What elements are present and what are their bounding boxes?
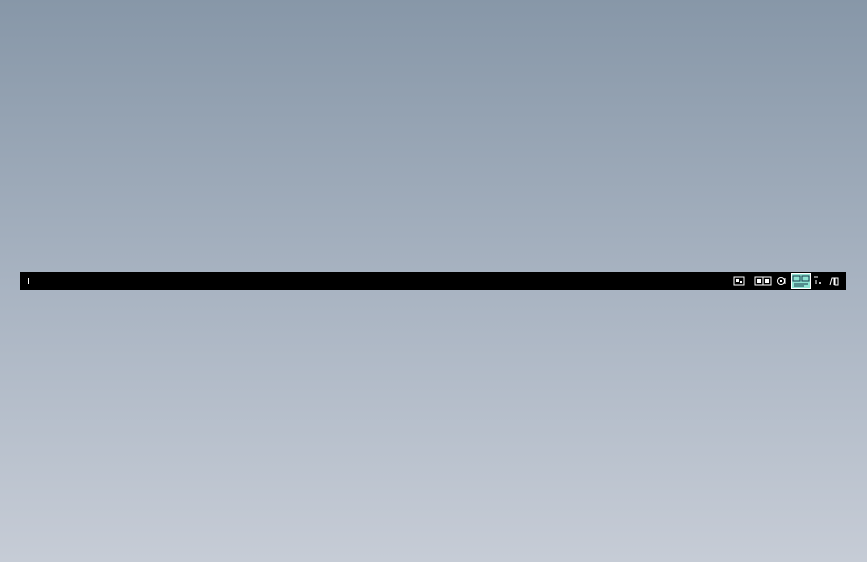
drawing-canvas[interactable] <box>0 0 867 562</box>
annotation-scale-icon[interactable] <box>777 275 787 287</box>
grid-display-icon[interactable] <box>754 275 772 287</box>
workspace-switch-icon[interactable] <box>791 273 811 289</box>
clean-screen-icon[interactable] <box>828 275 840 287</box>
status-tray <box>728 272 840 290</box>
command-cursor <box>28 278 29 284</box>
status-bar <box>20 272 846 290</box>
lock-ui-icon[interactable] <box>813 275 823 287</box>
model-space-icon[interactable] <box>733 275 745 287</box>
